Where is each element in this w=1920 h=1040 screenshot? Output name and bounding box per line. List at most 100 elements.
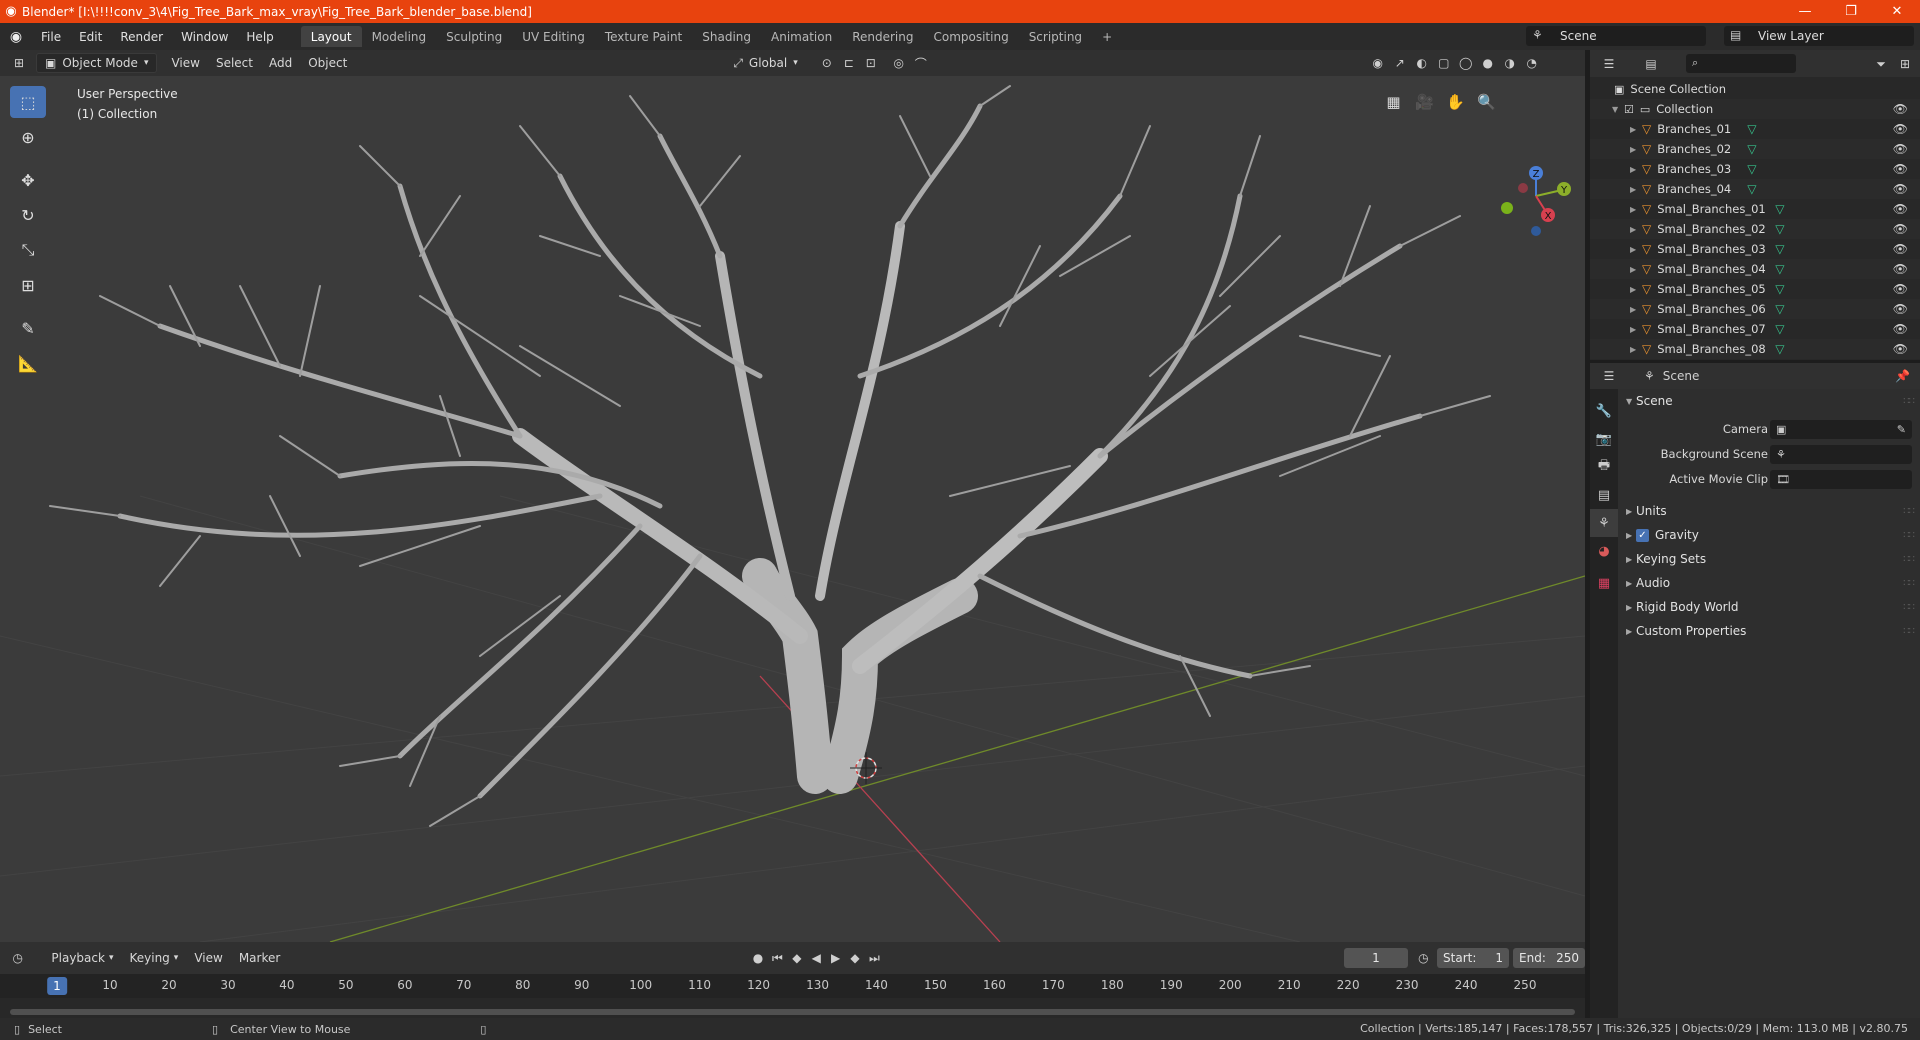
outliner-object-row[interactable]: ▶ ▽ Branches_04 ▽ 👁: [1590, 179, 1920, 199]
expand-arrow-icon[interactable]: ▶: [1630, 165, 1642, 174]
menu-view[interactable]: View: [163, 53, 207, 73]
overlay-icon[interactable]: ◐: [1411, 53, 1433, 73]
outliner-object-row[interactable]: ▶ ▽ Smal_Branches_03 ▽ 👁: [1590, 239, 1920, 259]
drag-handle-icon[interactable]: ∷∷: [1903, 626, 1915, 637]
expand-arrow-icon[interactable]: ▶: [1630, 225, 1642, 234]
current-frame-field[interactable]: 1: [1344, 948, 1408, 968]
expand-arrow-icon[interactable]: ▶: [1630, 325, 1642, 334]
outliner-object-row[interactable]: ▶ ▽ Branches_01 ▽ 👁: [1590, 119, 1920, 139]
expand-arrow-icon[interactable]: ▶: [1630, 285, 1642, 294]
outliner-object-row[interactable]: ▶ ▽ Smal_Branches_04 ▽ 👁: [1590, 259, 1920, 279]
tab-scripting[interactable]: Scripting: [1019, 26, 1092, 47]
tab-compositing[interactable]: Compositing: [923, 26, 1018, 47]
tab-sculpting[interactable]: Sculpting: [436, 26, 512, 47]
wireframe-shading-icon[interactable]: ◯: [1455, 53, 1477, 73]
mesh-data-icon[interactable]: ▽: [1747, 162, 1756, 176]
outliner-object-row[interactable]: ▶ ▽ Smal_Branches_02 ▽ 👁: [1590, 219, 1920, 239]
menu-marker[interactable]: Marker: [231, 948, 288, 968]
tab-modeling[interactable]: Modeling: [362, 26, 437, 47]
mesh-data-icon[interactable]: ▽: [1747, 122, 1756, 136]
play-icon[interactable]: ▶: [826, 948, 845, 968]
minimize-button[interactable]: —: [1782, 0, 1828, 23]
outliner-object-row[interactable]: ▶ ▽ Smal_Branches_08 ▽ 👁: [1590, 339, 1920, 359]
drag-handle-icon[interactable]: ∷∷: [1903, 396, 1915, 407]
outliner-object-row[interactable]: ▶ ▽ Smal_Branches_05 ▽ 👁: [1590, 279, 1920, 299]
eye-icon[interactable]: 👁: [1893, 342, 1908, 356]
menu-render[interactable]: Render: [111, 23, 172, 50]
clock-icon[interactable]: ◷: [1414, 948, 1433, 968]
scene-collection-row[interactable]: ▣ Scene Collection: [1590, 79, 1920, 99]
eye-icon[interactable]: 👁: [1893, 142, 1908, 156]
eye-icon[interactable]: 👁: [1893, 302, 1908, 316]
solid-shading-icon[interactable]: ●: [1477, 53, 1499, 73]
jump-end-icon[interactable]: ⏭: [865, 948, 884, 968]
outliner-object-row[interactable]: ▶ ▽ Branches_03 ▽ 👁: [1590, 159, 1920, 179]
new-collection-icon[interactable]: ⊞: [1894, 54, 1916, 74]
tool-tab[interactable]: 🔧: [1590, 397, 1618, 425]
measure-tool[interactable]: 📐: [10, 347, 46, 379]
record-icon[interactable]: ●: [748, 948, 767, 968]
eye-icon[interactable]: 👁: [1893, 162, 1908, 176]
expand-arrow-icon[interactable]: ▶: [1630, 185, 1642, 194]
drag-handle-icon[interactable]: ∷∷: [1903, 506, 1915, 517]
eye-icon[interactable]: 👁: [1893, 182, 1908, 196]
outliner-editor-icon[interactable]: ☰: [1598, 54, 1620, 74]
filter-icon[interactable]: ⏷: [1870, 54, 1892, 74]
texture-tab[interactable]: ▦: [1590, 569, 1618, 597]
timeline-scrollbar[interactable]: [10, 1009, 1575, 1015]
tab-texture-paint[interactable]: Texture Paint: [595, 26, 692, 47]
rigid-body-world-panel-header[interactable]: ▶ Rigid Body World ∷∷: [1618, 595, 1920, 619]
start-frame-field[interactable]: Start: 1: [1437, 948, 1510, 968]
menu-keying[interactable]: Keying ▾: [121, 948, 186, 968]
eye-icon[interactable]: 👁: [1893, 282, 1908, 296]
orientation-dropdown[interactable]: ⤢ Global ▾: [725, 53, 805, 73]
annotate-tool[interactable]: ✎: [10, 312, 46, 344]
drag-handle-icon[interactable]: ∷∷: [1903, 578, 1915, 589]
current-frame-indicator[interactable]: 1: [47, 977, 67, 995]
mesh-data-icon[interactable]: ▽: [1747, 182, 1756, 196]
menu-playback[interactable]: Playback ▾: [43, 948, 121, 968]
expand-arrow-icon[interactable]: ▶: [1630, 245, 1642, 254]
eyedropper-icon[interactable]: ✎: [1897, 423, 1906, 436]
mesh-data-icon[interactable]: ▽: [1775, 302, 1784, 316]
close-button[interactable]: ✕: [1874, 0, 1920, 23]
mesh-data-icon[interactable]: ▽: [1775, 202, 1784, 216]
mesh-data-icon[interactable]: ▽: [1775, 242, 1784, 256]
pivot-icon[interactable]: ⊙: [816, 53, 838, 73]
keying-sets-panel-header[interactable]: ▶ Keying Sets ∷∷: [1618, 547, 1920, 571]
scene-panel-header[interactable]: ▼ Scene ∷∷: [1618, 389, 1920, 413]
menu-object[interactable]: Object: [300, 53, 355, 73]
properties-editor-icon[interactable]: ☰: [1598, 366, 1620, 386]
fig-tree-model[interactable]: [49, 85, 1491, 827]
expand-arrow-icon[interactable]: ▶: [1630, 305, 1642, 314]
falloff-icon[interactable]: ⌒: [910, 53, 932, 73]
expand-arrow-icon[interactable]: ▶: [1630, 145, 1642, 154]
expand-arrow-icon[interactable]: ▶: [1630, 265, 1642, 274]
collection-row[interactable]: ▼ ☑ ▭ Collection 👁: [1590, 99, 1920, 119]
display-mode-icon[interactable]: ▤: [1640, 54, 1662, 74]
scale-tool[interactable]: ⤡: [10, 234, 46, 266]
move-tool[interactable]: ✥: [10, 164, 46, 196]
mesh-data-icon[interactable]: ▽: [1775, 282, 1784, 296]
mesh-data-icon[interactable]: ▽: [1775, 342, 1784, 356]
mesh-data-icon[interactable]: ▽: [1775, 322, 1784, 336]
eye-icon[interactable]: 👁: [1893, 322, 1908, 336]
render-tab[interactable]: 📷: [1590, 425, 1618, 453]
drag-handle-icon[interactable]: ∷∷: [1903, 530, 1915, 541]
next-keyframe-icon[interactable]: ◆: [845, 948, 864, 968]
zoom-icon[interactable]: 🔍: [1473, 88, 1500, 115]
menu-help[interactable]: Help: [237, 23, 282, 50]
scene-tab[interactable]: ⚘: [1590, 509, 1618, 537]
navigation-gizmo[interactable]: Z Y X: [1501, 166, 1571, 236]
view-layer-tab[interactable]: ▤: [1590, 481, 1618, 509]
view-layer-selector[interactable]: ▤ View Layer: [1724, 26, 1914, 46]
expand-arrow-icon[interactable]: ▶: [1630, 125, 1642, 134]
drag-handle-icon[interactable]: ∷∷: [1903, 554, 1915, 565]
mesh-data-icon[interactable]: ▽: [1775, 222, 1784, 236]
timeline-ruler[interactable]: 1102030405060708090100110120130140150160…: [0, 974, 1585, 998]
jump-start-icon[interactable]: ⏮: [768, 948, 787, 968]
gravity-panel-header[interactable]: ▶ ✓ Gravity ∷∷: [1618, 523, 1920, 547]
blender-menu-icon[interactable]: ◉: [0, 29, 32, 45]
background-scene-field[interactable]: ⚘: [1770, 445, 1912, 464]
3d-viewport[interactable]: Z Y X User Perspective (1) Collection ⬚ …: [0, 76, 1585, 942]
